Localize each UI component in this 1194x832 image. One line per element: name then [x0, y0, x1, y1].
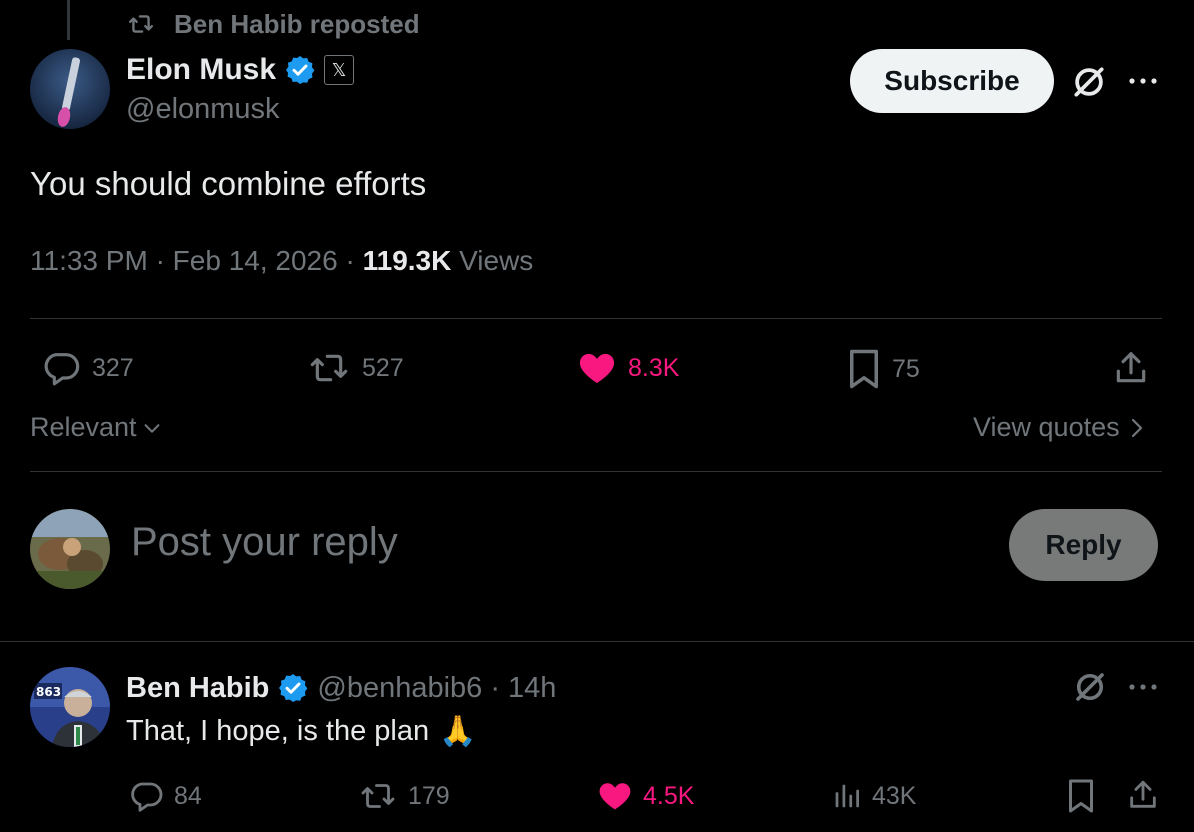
post-date[interactable]: Feb 14, 2026	[173, 245, 338, 276]
author-avatar[interactable]	[30, 49, 110, 129]
separator-dot: ·	[490, 671, 500, 704]
view-quotes-label: View quotes	[973, 412, 1120, 442]
repost-icon	[358, 778, 398, 814]
folded-hands-emoji: 🙏	[439, 714, 477, 749]
verified-badge-icon	[284, 54, 316, 86]
repost-count: 527	[362, 353, 404, 382]
sort-label: Relevant	[30, 412, 137, 442]
reply-icon	[128, 778, 164, 814]
divider	[30, 318, 1162, 319]
repost-action[interactable]: 179	[358, 778, 450, 814]
reply-author-avatar[interactable]: 863	[30, 667, 110, 747]
grok-icon[interactable]	[1070, 63, 1108, 101]
views-count: 119.3K	[362, 245, 452, 276]
repost-label[interactable]: Ben Habib reposted	[174, 9, 420, 40]
affiliate-x-badge-icon[interactable]: 𝕏	[324, 55, 355, 85]
reply-input[interactable]: Post your reply	[131, 520, 398, 565]
thread-connector-line	[67, 0, 70, 40]
svg-text:863: 863	[36, 685, 61, 699]
views-action[interactable]: 43K	[832, 778, 916, 814]
reply-icon	[40, 348, 82, 388]
reply-action[interactable]: 84	[128, 778, 202, 814]
heart-filled-icon	[597, 778, 633, 814]
divider	[30, 471, 1162, 472]
reply-button[interactable]: Reply	[1009, 509, 1158, 581]
post-time[interactable]: 11:33 PM	[30, 245, 148, 276]
current-user-avatar[interactable]	[30, 509, 110, 589]
share-icon[interactable]	[1126, 777, 1160, 813]
divider	[0, 641, 1194, 642]
post-text: You should combine efforts	[30, 165, 427, 202]
repost-icon	[126, 11, 156, 37]
verified-badge-icon	[277, 672, 309, 704]
chevron-down-icon	[141, 417, 163, 439]
like-count: 8.3K	[628, 353, 680, 382]
bookmark-icon	[846, 348, 882, 390]
chevron-right-icon	[1128, 415, 1146, 441]
grok-icon[interactable]	[1072, 669, 1108, 705]
reply-author-handle[interactable]: @benhabib6	[317, 672, 482, 705]
reply-age[interactable]: 14h	[508, 672, 556, 705]
more-options-icon[interactable]	[1127, 70, 1159, 92]
bookmark-count: 75	[892, 354, 920, 383]
reply-text: That, I hope, is the plan 🙏	[126, 714, 476, 749]
bookmark-icon[interactable]	[1066, 778, 1096, 814]
repost-icon	[306, 348, 352, 388]
repost-header: Ben Habib reposted	[126, 8, 420, 40]
view-quotes-link[interactable]: View quotes	[973, 412, 1146, 443]
like-count: 4.5K	[643, 781, 695, 810]
reply-action[interactable]: 327	[40, 348, 134, 388]
views-count: 43K	[872, 781, 917, 810]
repost-action[interactable]: 527	[306, 348, 404, 388]
bookmark-action[interactable]: 75	[846, 348, 920, 390]
reply-text-content: That, I hope, is the plan	[126, 715, 430, 747]
subscribe-button[interactable]: Subscribe	[850, 49, 1054, 113]
reply-count: 327	[92, 353, 134, 382]
author-handle[interactable]: @elonmusk	[126, 93, 280, 126]
reply-count: 84	[174, 781, 202, 810]
heart-filled-icon	[576, 348, 618, 388]
views-label: Views	[459, 245, 534, 276]
more-options-icon[interactable]	[1127, 676, 1159, 698]
like-action[interactable]: 4.5K	[597, 778, 694, 814]
post-meta: 11:33 PM · Feb 14, 2026 · 119.3K Views	[30, 245, 534, 276]
sort-dropdown[interactable]: Relevant	[30, 412, 163, 443]
author-name[interactable]: Elon Musk	[126, 53, 276, 87]
share-icon[interactable]	[1112, 348, 1150, 388]
analytics-icon	[832, 778, 862, 814]
reply-author-name[interactable]: Ben Habib	[126, 672, 269, 705]
like-action[interactable]: 8.3K	[576, 348, 679, 388]
repost-count: 179	[408, 781, 450, 810]
